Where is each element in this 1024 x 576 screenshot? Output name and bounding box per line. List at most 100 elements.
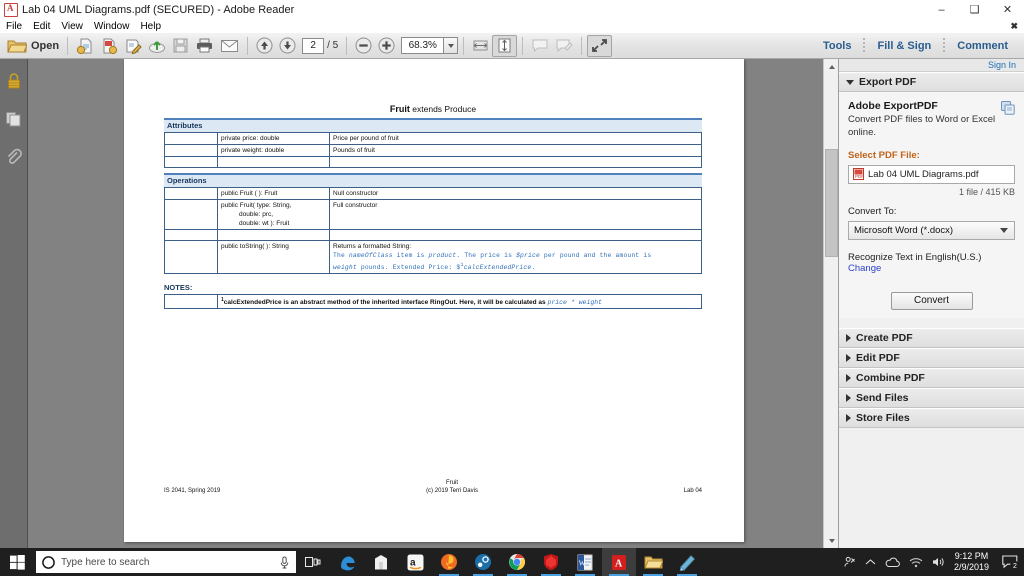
attr-signature-cell: private price: double <box>218 133 330 145</box>
close-document-button[interactable]: ✖ <box>1010 21 1018 32</box>
volume-icon[interactable] <box>932 556 945 568</box>
scrollbar-thumb[interactable] <box>825 149 838 257</box>
attachments-paperclip-icon[interactable] <box>2 145 26 169</box>
firefox-icon[interactable] <box>432 548 466 576</box>
email-icon[interactable] <box>217 35 242 57</box>
fit-page-icon[interactable] <box>492 35 517 57</box>
word-icon[interactable]: W <box>568 548 602 576</box>
save-icon[interactable] <box>169 35 192 57</box>
notification-icon[interactable]: 2 <box>1002 555 1018 569</box>
convert-button[interactable]: Convert <box>891 292 973 310</box>
caret-right-icon <box>846 354 851 362</box>
speech-bubble-icon[interactable] <box>528 35 552 57</box>
attr-visibility-cell <box>165 133 218 145</box>
zoom-level-input[interactable]: 68.3% <box>401 37 443 54</box>
svg-text:PDF: PDF <box>855 174 864 179</box>
microphone-icon[interactable] <box>279 556 290 569</box>
maximize-button[interactable]: ❑ <box>958 0 991 20</box>
fit-width-icon[interactable] <box>469 35 492 57</box>
amazon-icon[interactable]: a <box>398 548 432 576</box>
uml-title: Fruit extends Produce <box>164 104 702 114</box>
table-row: 1calcExtendedPrice is an abstract method… <box>165 295 702 309</box>
sign-in-link[interactable]: Sign In <box>988 60 1016 70</box>
arrow-up-circle-icon[interactable] <box>253 35 276 57</box>
page-thumbnails-icon[interactable] <box>2 107 26 131</box>
security-lock-icon[interactable] <box>2 69 26 93</box>
fmt-text: . <box>531 264 535 271</box>
store-files-panel-header[interactable]: Store Files <box>839 408 1024 428</box>
table-row: private weight: double Pounds of fruit <box>165 145 702 157</box>
file-explorer-icon[interactable] <box>636 548 670 576</box>
toolbar-right-links: Tools Fill & Sign Comment <box>811 33 1020 59</box>
change-language-link[interactable]: Change <box>848 263 1015 274</box>
document-viewport[interactable]: Fruit extends Produce Attributes private… <box>29 59 838 548</box>
windows-start-icon[interactable] <box>0 548 34 576</box>
edit-pdf-panel-header[interactable]: Edit PDF <box>839 348 1024 368</box>
search-input[interactable]: Type here to search <box>36 551 296 573</box>
combine-pdf-panel-header[interactable]: Combine PDF <box>839 368 1024 388</box>
create-pdf-panel-header[interactable]: Create PDF <box>839 328 1024 348</box>
arrow-down-circle-icon[interactable] <box>276 35 299 57</box>
chevron-down-icon[interactable] <box>443 37 458 54</box>
upload-cloud-icon[interactable] <box>145 35 169 57</box>
mcafee-icon[interactable] <box>534 548 568 576</box>
footer-right: Lab 04 <box>684 488 702 494</box>
selected-file-row[interactable]: PDF Lab 04 UML Diagrams.pdf <box>848 165 1015 184</box>
task-view-icon[interactable] <box>296 548 330 576</box>
menu-window[interactable]: Window <box>94 21 130 32</box>
send-files-panel-header[interactable]: Send Files <box>839 388 1024 408</box>
menu-edit[interactable]: Edit <box>33 21 50 32</box>
operations-band: Operations <box>164 173 702 187</box>
adobe-reader-icon[interactable]: A <box>602 548 636 576</box>
minus-circle-icon[interactable] <box>352 35 375 57</box>
edge-browser-icon[interactable] <box>330 548 364 576</box>
sticky-notes-icon[interactable] <box>670 548 704 576</box>
open-button[interactable]: Open <box>4 35 62 57</box>
main-toolbar: Open <box>0 33 1024 59</box>
attr-description-cell <box>330 157 702 168</box>
scroll-up-icon[interactable] <box>824 59 839 74</box>
export-pdf-panel-header[interactable]: Export PDF <box>839 72 1024 92</box>
chrome-icon[interactable] <box>500 548 534 576</box>
create-pdf-icon[interactable] <box>73 35 97 57</box>
fill-and-sign-link[interactable]: Fill & Sign <box>865 33 943 59</box>
file-meta-label: 1 file / 415 KB <box>848 187 1015 197</box>
print-icon[interactable] <box>192 35 217 57</box>
close-button[interactable]: ✕ <box>991 0 1024 20</box>
recognize-text-label: Recognize Text in English(U.S.) <box>848 252 1015 263</box>
menu-file[interactable]: File <box>6 21 22 32</box>
tostring-signature-cell: public toString( ): String <box>218 241 330 274</box>
menu-view[interactable]: View <box>61 21 83 32</box>
microsoft-store-icon[interactable] <box>364 548 398 576</box>
onedrive-icon[interactable] <box>885 557 900 568</box>
document-scrollbar[interactable] <box>823 59 838 548</box>
markup-icon[interactable] <box>552 35 576 57</box>
menu-help[interactable]: Help <box>140 21 161 32</box>
clock-date: 2/9/2019 <box>954 562 989 573</box>
pdf-page: Fruit extends Produce Attributes private… <box>124 59 744 542</box>
note-blank-cell <box>165 295 218 309</box>
tostring-intro: Returns a formatted String: <box>333 242 698 251</box>
plus-circle-icon[interactable] <box>375 35 398 57</box>
export-pdf-icon[interactable] <box>97 35 121 57</box>
convert-to-select[interactable]: Microsoft Word (*.docx) <box>848 221 1015 240</box>
tools-sidebar: Sign In Export PDF Adobe ExportPDF Conve… <box>838 59 1024 548</box>
op-signature-cell: public Fruit( type: String, double: prc,… <box>218 200 330 230</box>
fmt-var-calcextendedprice: calcExtendedPrice <box>464 264 532 271</box>
zoom-control[interactable]: 68.3% <box>401 37 458 54</box>
wifi-icon[interactable] <box>909 557 923 568</box>
scroll-down-icon[interactable] <box>824 533 839 548</box>
expand-icon[interactable] <box>587 35 612 57</box>
pen-tray-icon[interactable] <box>844 556 856 568</box>
edit-pdf-icon[interactable] <box>121 35 145 57</box>
svg-text:W: W <box>579 559 586 567</box>
fmt-text: item is <box>393 252 429 259</box>
taskbar-clock[interactable]: 9:12 PM 2/9/2019 <box>954 551 989 573</box>
page-number-input[interactable]: 2 <box>302 38 324 54</box>
chevron-up-icon[interactable] <box>865 558 876 567</box>
minimize-button[interactable]: – <box>925 0 958 20</box>
steam-icon[interactable] <box>466 548 500 576</box>
comment-link[interactable]: Comment <box>945 33 1020 59</box>
tools-link[interactable]: Tools <box>811 33 864 59</box>
caret-right-icon <box>846 334 851 342</box>
